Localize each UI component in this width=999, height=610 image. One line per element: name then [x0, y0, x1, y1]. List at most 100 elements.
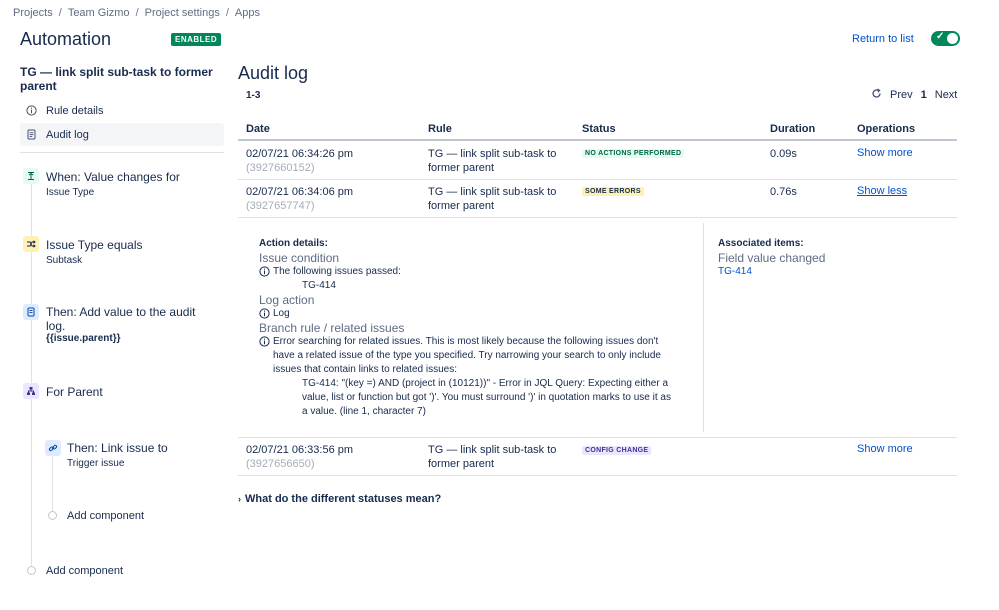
trigger-icon — [23, 168, 39, 184]
row-divider — [238, 179, 957, 180]
toggle-knob — [947, 33, 958, 44]
table-row-date: 02/07/21 06:34:26 pm (3927660152) — [246, 147, 353, 175]
row-rule-line: former parent — [428, 162, 495, 174]
show-more-button[interactable]: Show more — [857, 443, 913, 455]
associated-items: Associated items: Field value changed TG… — [718, 237, 825, 279]
error-detail: TG-414: "(key =) AND (project in (10121)… — [273, 377, 671, 419]
error-detail-line: a value. (line 1, character 7) — [302, 406, 426, 417]
branch-heading: Branch rule / related issues — [259, 321, 405, 335]
row-rule-line: former parent — [428, 200, 495, 212]
log-text: Log — [273, 308, 290, 319]
shuffle-icon — [23, 236, 39, 252]
info-icon — [259, 266, 270, 277]
show-more-button[interactable]: Show more — [857, 147, 913, 159]
info-icon — [259, 336, 270, 347]
error-line: have a related issue of the type you spe… — [273, 350, 661, 361]
add-component-outer-button[interactable]: Add component — [46, 565, 123, 577]
table-row-rule: TG — link split sub-task to former paren… — [428, 147, 556, 175]
log-action-heading: Log action — [259, 293, 315, 307]
row-id: (3927656650) — [246, 458, 315, 470]
rule-enabled-toggle[interactable]: ✓ — [931, 31, 960, 46]
condition-step-detail: Subtask — [46, 255, 83, 266]
status-lozenge: CONFIG CHANGE — [582, 446, 652, 455]
add-component-inner-button[interactable]: Add component — [67, 510, 144, 522]
link-icon — [45, 440, 61, 456]
row-rule-line: TG — link split sub-task to — [428, 148, 557, 160]
passed-issue: TG-414 — [302, 280, 336, 291]
row-rule-line: TG — link split sub-task to — [428, 444, 557, 456]
action-step[interactable]: Then: Add value to the audit log. — [46, 305, 206, 333]
column-header-status: Status — [582, 123, 616, 135]
prev-button[interactable]: Prev — [890, 89, 913, 101]
sidebar-item-rule-details[interactable]: Rule details — [20, 99, 224, 122]
add-component-dot — [27, 566, 36, 575]
table-row-rule: TG — link split sub-task to former paren… — [428, 185, 556, 213]
add-component-dot — [48, 511, 57, 520]
sidebar-item-label: Rule details — [46, 104, 104, 117]
check-icon: ✓ — [936, 31, 945, 42]
current-page[interactable]: 1 — [921, 89, 927, 101]
header-divider — [238, 139, 957, 141]
row-divider — [238, 217, 957, 218]
condition-step[interactable]: Issue Type equals — [46, 238, 143, 252]
table-row-date: 02/07/21 06:33:56 pm (3927656650) — [246, 443, 353, 471]
error-detail-line: TG-414: "(key =) AND (project in (10121)… — [302, 378, 669, 389]
error-line: Error searching for related issues. This… — [273, 336, 659, 347]
statuses-help-expander[interactable]: › What do the different statuses mean? — [238, 493, 441, 505]
log-action-result: Log — [259, 307, 699, 321]
issue-condition-result: The following issues passed: — [259, 265, 699, 279]
row-date: 02/07/21 06:33:56 pm — [246, 444, 354, 456]
row-date: 02/07/21 06:34:26 pm — [246, 148, 354, 160]
status-lozenge: NO ACTIONS PERFORMED — [582, 149, 685, 158]
refresh-icon[interactable] — [871, 88, 882, 102]
audit-log-title: Audit log — [238, 63, 309, 83]
page-title: Automation — [20, 29, 112, 49]
row-duration: 0.76s — [770, 186, 797, 198]
pagination: Prev 1 Next — [871, 88, 957, 102]
return-to-list-link[interactable]: Return to list — [852, 33, 914, 45]
action-step-detail: {{issue.parent}} — [46, 333, 121, 344]
breadcrumb: Projects / Team Gizmo / Project settings / App… — [13, 7, 260, 19]
next-button[interactable]: Next — [935, 89, 958, 101]
branch-action-step[interactable]: Then: Link issue to — [67, 441, 168, 455]
divider — [20, 152, 224, 153]
table-row-date: 02/07/21 06:34:06 pm (3927657747) — [246, 185, 353, 213]
passed-text: The following issues passed: — [273, 266, 401, 277]
breadcrumb-project-settings[interactable]: Project settings — [145, 7, 220, 19]
info-icon — [259, 308, 270, 319]
breadcrumb-projects[interactable]: Projects — [13, 7, 53, 19]
associated-issue-link[interactable]: TG-414 — [718, 266, 752, 277]
row-id: (3927660152) — [246, 162, 315, 174]
error-detail-line: value, list or function but got ')'. You… — [302, 392, 671, 403]
trigger-step-detail: Issue Type — [46, 187, 95, 198]
info-icon — [26, 105, 37, 116]
sidebar-item-label: Audit log — [46, 128, 89, 141]
error-line: issues that contain links to related iss… — [273, 364, 457, 375]
action-details: Action details: Issue condition The foll… — [259, 237, 699, 419]
column-header-date: Date — [246, 123, 270, 135]
column-header-rule: Rule — [428, 123, 452, 135]
row-rule-line: former parent — [428, 458, 495, 470]
issue-condition-heading: Issue condition — [259, 251, 340, 265]
result-range: 1-3 — [246, 90, 261, 101]
hierarchy-icon — [23, 383, 39, 399]
breadcrumb-team[interactable]: Team Gizmo — [68, 7, 130, 19]
chevron-right-icon: › — [238, 494, 241, 504]
document-icon — [26, 129, 37, 140]
status-badge: ENABLED — [171, 33, 222, 46]
sidebar-item-audit-log[interactable]: Audit log — [20, 123, 224, 146]
trigger-step[interactable]: When: Value changes for — [46, 170, 180, 184]
log-icon — [23, 304, 39, 320]
column-header-operations: Operations — [857, 123, 916, 135]
row-date: 02/07/21 06:34:06 pm — [246, 186, 354, 198]
action-details-label: Action details: — [259, 238, 328, 249]
breadcrumb-apps[interactable]: Apps — [235, 7, 260, 19]
associated-items-label: Associated items: — [718, 238, 804, 249]
show-less-button[interactable]: Show less — [857, 185, 907, 197]
row-rule-line: TG — link split sub-task to — [428, 186, 557, 198]
row-divider — [238, 475, 957, 476]
column-header-duration: Duration — [770, 123, 816, 135]
statuses-help-label: What do the different statuses mean? — [245, 493, 442, 505]
branch-step[interactable]: For Parent — [46, 385, 103, 399]
rule-title: TG — link split sub-task to former paren… — [20, 65, 213, 93]
